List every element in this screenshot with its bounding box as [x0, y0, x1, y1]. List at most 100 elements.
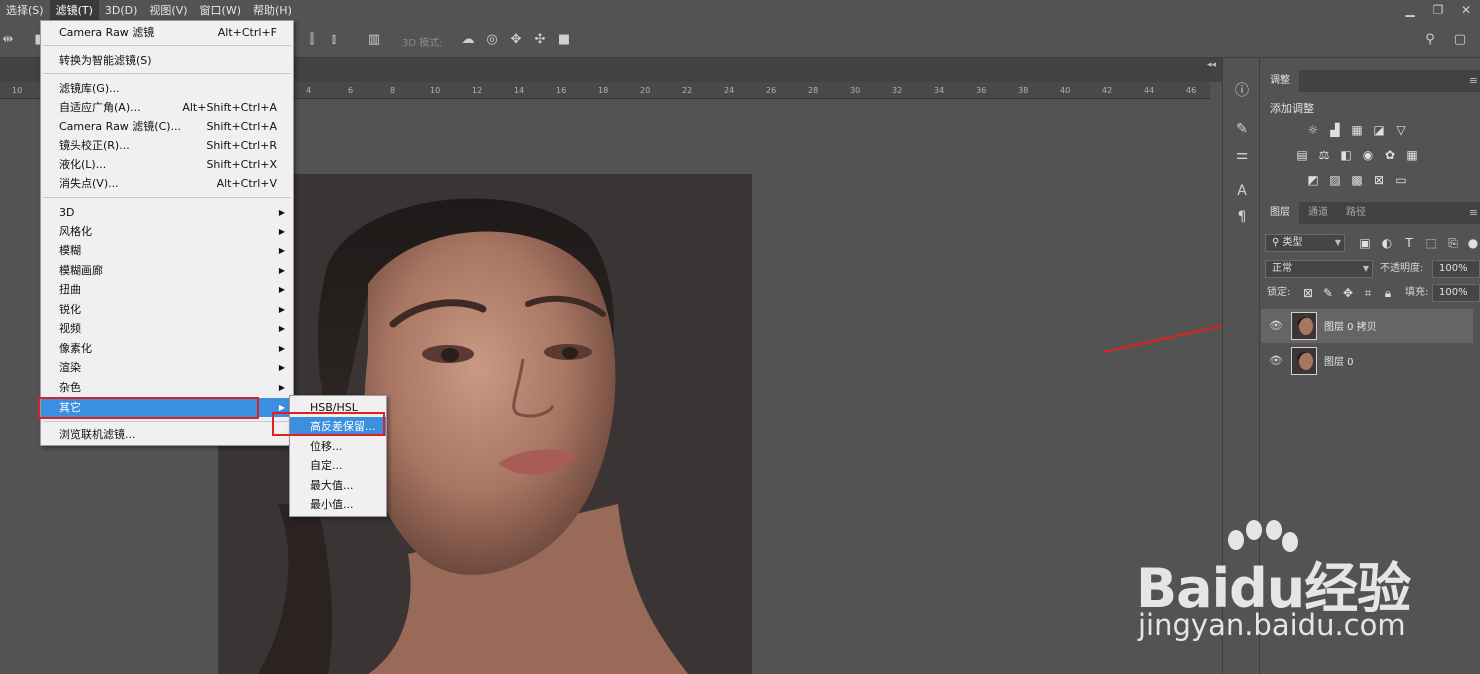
lock-label: 锁定: [1267, 287, 1291, 298]
layer-row[interactable]: 👁︎ 图层 0 [1261, 344, 1473, 378]
adjustment-filter-icon[interactable]: ◐ [1379, 236, 1395, 250]
orbit-3d-icon[interactable]: ☁ [460, 32, 476, 48]
menu-filter[interactable]: 滤镜(T) [49, 0, 99, 22]
submenu-item-minimum[interactable]: 最小值... [290, 495, 386, 514]
menu-item-camera-raw-filter-c[interactable]: Camera Raw 滤镜(C)... Shift+Ctrl+A [41, 117, 293, 136]
annotation-box-high-pass [272, 412, 385, 436]
menu-item-distort[interactable]: 扭曲 ▶ [41, 280, 293, 299]
pixel-filter-icon[interactable]: ▣ [1357, 236, 1373, 250]
paragraph-icon[interactable]: ¶ [1233, 208, 1251, 226]
menu-window[interactable]: 窗口(W) [194, 0, 247, 22]
shape-filter-icon[interactable]: ⬚ [1423, 236, 1439, 250]
menu-item-vanishing-point[interactable]: 消失点(V)... Alt+Ctrl+V [41, 174, 293, 193]
camera-3d-icon[interactable]: ■ [556, 32, 572, 48]
menu-item-convert-smart-filter[interactable]: 转换为智能滤镜(S) [41, 51, 293, 70]
curves-icon[interactable]: ▦ [1349, 123, 1365, 137]
menu-view[interactable]: 视图(V) [143, 0, 193, 22]
minimize-icon[interactable]: ▁ [1396, 0, 1424, 22]
collapse-panels-icon[interactable]: ◂◂ [1207, 60, 1216, 70]
gradient-map-icon[interactable]: ▭ [1393, 173, 1409, 187]
menu-item-filter-gallery[interactable]: 滤镜库(G)... [41, 79, 293, 98]
exposure-icon[interactable]: ◪ [1371, 123, 1387, 137]
ruler-tick: 46 [1186, 86, 1197, 95]
brightness-icon[interactable]: ☼ [1305, 123, 1321, 137]
menu-item-camera-raw-filter[interactable]: Camera Raw 滤镜 Alt+Ctrl+F [41, 23, 293, 42]
menu-3d[interactable]: 3D(D) [99, 0, 144, 22]
search-icon: ⚲ [1272, 237, 1283, 248]
submenu-item-offset[interactable]: 位移... [290, 437, 386, 456]
submenu-item-maximum[interactable]: 最大值... [290, 476, 386, 495]
brush-icon[interactable]: ✎ [1233, 120, 1251, 138]
layers-tabs: 图层 通道 路径 [1261, 202, 1480, 224]
menu-item-noise[interactable]: 杂色 ▶ [41, 378, 293, 397]
threshold-icon[interactable]: ▩ [1349, 173, 1365, 187]
eye-icon[interactable]: 👁︎ [1269, 319, 1283, 333]
search-icon[interactable]: ⚲ [1422, 32, 1438, 48]
menu-item-pixelate[interactable]: 像素化 ▶ [41, 339, 293, 358]
tab-adjustments[interactable]: 调整 [1261, 70, 1299, 92]
info-icon[interactable]: ⓘ [1233, 82, 1251, 100]
lock-all-icon[interactable]: 🔒︎ [1380, 286, 1396, 300]
distribute-right-icon[interactable]: ⫾ [326, 32, 342, 48]
black-white-icon[interactable]: ◧ [1338, 148, 1354, 162]
menu-item-render[interactable]: 渲染 ▶ [41, 358, 293, 377]
menu-item-browse-online-filters[interactable]: 浏览联机滤镜... [41, 425, 293, 444]
panel-menu-icon[interactable]: ≡ [1469, 206, 1478, 219]
slide-3d-icon[interactable]: ✣ [532, 32, 548, 48]
smart-object-filter-icon[interactable]: ⎘ [1445, 236, 1461, 250]
lock-artboard-icon[interactable]: ⌗ [1360, 286, 1376, 300]
posterize-icon[interactable]: ▨ [1327, 173, 1343, 187]
menu-item-stylize[interactable]: 风格化 ▶ [41, 222, 293, 241]
menu-item-lens-correction[interactable]: 镜头校正(R)... Shift+Ctrl+R [41, 136, 293, 155]
layer-name: 图层 0 拷贝 [1324, 322, 1377, 333]
distribute-center-icon[interactable]: ⫿ [304, 32, 320, 48]
roll-3d-icon[interactable]: ◎ [484, 32, 500, 48]
tab-paths[interactable]: 路径 [1337, 202, 1375, 224]
workspace-icon[interactable]: ▢ [1452, 32, 1468, 48]
menu-item-blur[interactable]: 模糊 ▶ [41, 241, 293, 260]
character-icon[interactable]: A [1233, 182, 1251, 200]
selective-color-icon[interactable]: ⊠ [1371, 173, 1387, 187]
menu-item-sharpen[interactable]: 锐化 ▶ [41, 300, 293, 319]
panel-menu-icon[interactable]: ≡ [1469, 74, 1478, 87]
tab-channels[interactable]: 通道 [1299, 202, 1337, 224]
opacity-input[interactable]: 100% [1432, 260, 1480, 278]
ruler-tick: 24 [724, 86, 735, 95]
photo-filter-icon[interactable]: ◉ [1360, 148, 1376, 162]
menu-help[interactable]: 帮助(H) [247, 0, 298, 22]
layer-filter-select[interactable]: ⚲ 类型 ▼ [1265, 234, 1345, 252]
menu-select[interactable]: 选择(S) [0, 0, 50, 22]
move-tool-icon[interactable]: ⇹ [0, 32, 16, 48]
pan-3d-icon[interactable]: ✥ [508, 32, 524, 48]
ruler-tick: 42 [1102, 86, 1113, 95]
lock-transparent-icon[interactable]: ⊠ [1300, 286, 1316, 300]
lock-position-icon[interactable]: ✥ [1340, 286, 1356, 300]
auto-align-icon[interactable]: ▥ [366, 32, 382, 48]
restore-icon[interactable]: ❐ [1424, 0, 1452, 22]
tab-layers[interactable]: 图层 [1261, 202, 1299, 224]
menu-item-video[interactable]: 视频 ▶ [41, 319, 293, 338]
blend-mode-select[interactable]: 正常 ▼ [1265, 260, 1373, 278]
lock-image-icon[interactable]: ✎ [1320, 286, 1336, 300]
close-icon[interactable]: ✕ [1452, 0, 1480, 22]
layer-row[interactable]: 👁︎ 图层 0 拷贝 [1261, 309, 1473, 343]
menu-item-adaptive-wide-angle[interactable]: 自适应广角(A)... Alt+Shift+Ctrl+A [41, 98, 293, 117]
submenu-item-custom[interactable]: 自定... [290, 456, 386, 475]
hue-saturation-icon[interactable]: ▤ [1294, 148, 1310, 162]
channel-mixer-icon[interactable]: ✿ [1382, 148, 1398, 162]
brush-settings-icon[interactable]: ⚌ [1233, 146, 1251, 164]
annotation-box-other [38, 397, 259, 419]
levels-icon[interactable]: ▟ [1327, 123, 1343, 137]
fill-input[interactable]: 100% [1432, 284, 1480, 302]
color-lookup-icon[interactable]: ▦ [1404, 148, 1420, 162]
invert-icon[interactable]: ◩ [1305, 173, 1321, 187]
menu-item-liquify[interactable]: 液化(L)... Shift+Ctrl+X [41, 155, 293, 174]
vibrance-icon[interactable]: ▽ [1393, 123, 1409, 137]
menu-item-3d[interactable]: 3D ▶ [41, 203, 293, 222]
filter-toggle-icon[interactable]: ● [1465, 236, 1480, 250]
type-filter-icon[interactable]: T [1401, 236, 1417, 250]
color-balance-icon[interactable]: ⚖ [1316, 148, 1332, 162]
submenu-arrow-icon: ▶ [278, 285, 285, 294]
menu-item-blur-gallery[interactable]: 模糊画廊 ▶ [41, 261, 293, 280]
eye-icon[interactable]: 👁︎ [1269, 354, 1283, 368]
